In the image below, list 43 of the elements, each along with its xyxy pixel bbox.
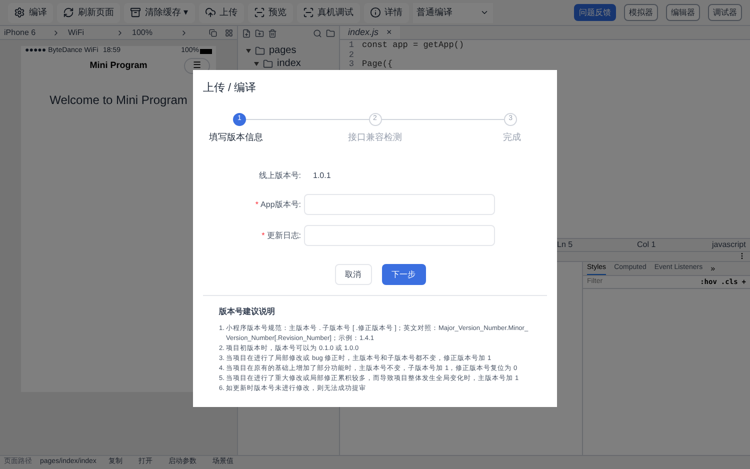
toolbar-button[interactable]: 编译 (8, 2, 53, 22)
notes-title: 版本号建议说明 (219, 306, 276, 318)
toolbar-button[interactable]: 真机调试 (296, 2, 360, 22)
device-setting[interactable]: 100% (132, 26, 172, 38)
cancel-button[interactable]: 取消 (334, 264, 372, 285)
required-mark: * (262, 230, 265, 242)
editor-tab[interactable]: index.js × (340, 26, 400, 39)
welcome-text: Welcome to Mini Program (50, 93, 188, 107)
close-icon[interactable]: × (386, 26, 392, 40)
tree-item[interactable]: pages (269, 43, 296, 58)
code-line: Page({ (362, 58, 393, 72)
next-button[interactable]: 下一步 (382, 264, 426, 285)
view-button[interactable]: 调试器 (708, 4, 742, 21)
field-label: 线上版本号: (258, 170, 301, 182)
nav-title: Mini Program (90, 59, 148, 72)
toolbar-button[interactable]: 预览 (248, 2, 293, 22)
line-number: 3 (348, 58, 355, 72)
device-setting[interactable]: iPhone 6 (4, 26, 44, 38)
dialog-title: 上传 / 编译 (203, 82, 256, 94)
step-label: 填写版本信息 (209, 130, 263, 144)
toolbar-button[interactable]: 刷新页面 (57, 2, 120, 22)
status-item: Col 1 (637, 239, 657, 251)
more-tabs-icon[interactable]: » (710, 262, 716, 274)
tree-item[interactable]: index (277, 56, 301, 71)
compile-mode-select[interactable]: 普通编译 (412, 2, 493, 22)
view-button[interactable]: 编辑器 (666, 4, 700, 21)
online-version: 1.0.1 (313, 170, 331, 182)
view-button[interactable]: 模拟器 (624, 4, 658, 21)
step-label: 完成 (503, 130, 522, 144)
required-mark: * (255, 198, 259, 210)
toolbar-button[interactable]: 上传 (198, 2, 244, 22)
toolbar-button[interactable]: 清除缓存 ▾ (124, 2, 195, 22)
line-number: 2 (348, 48, 355, 60)
field-label: App版本号: (260, 198, 301, 210)
code-line: const app = getApp() (362, 39, 464, 52)
step-label: 接口兼容检测 (348, 130, 402, 144)
status-item: javascript (712, 239, 746, 251)
view-button[interactable]: 问题反馈 (574, 4, 616, 21)
status-item: Ln 5 (557, 239, 574, 251)
line-number: 1 (348, 39, 355, 51)
field-label: 更新日志: (266, 230, 301, 242)
device-setting[interactable]: WiFi (68, 26, 108, 38)
toolbar-button[interactable]: 详情 (364, 2, 409, 22)
